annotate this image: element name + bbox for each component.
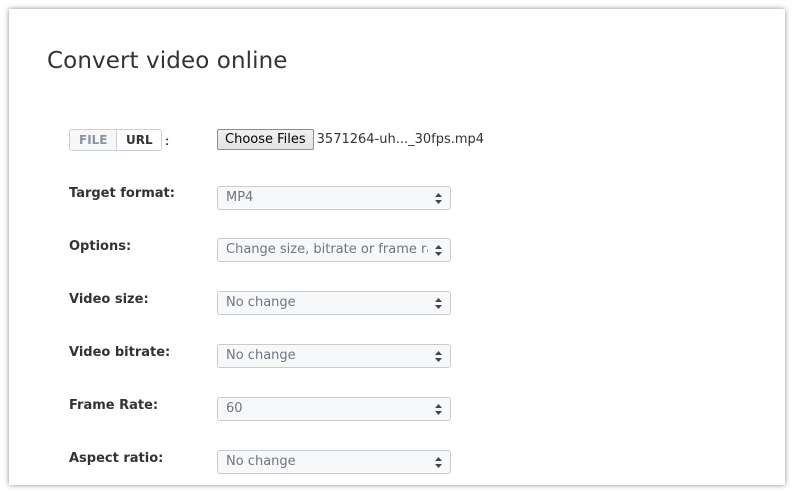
frame-rate-select[interactable]: 60 — [217, 397, 451, 421]
url-source-button[interactable]: URL — [116, 130, 161, 150]
up-down-caret-icon — [435, 351, 442, 362]
source-toggle-group: FILE URL — [69, 129, 162, 151]
up-down-caret-icon — [435, 245, 442, 256]
aspect-ratio-label: Aspect ratio: — [69, 451, 164, 466]
options-label: Options: — [69, 239, 132, 254]
up-down-caret-icon — [435, 457, 442, 468]
target-format-label: Target format: — [69, 186, 175, 201]
file-input-row: Choose Files 3571264-uh..._30fps.mp4 — [217, 129, 484, 150]
converter-panel: Convert video online FILE URL : Choose F… — [9, 9, 785, 485]
video-size-value: No change — [226, 295, 296, 310]
page-title: Convert video online — [47, 48, 288, 74]
source-toggle-colon: : — [165, 132, 170, 148]
aspect-ratio-value: No change — [226, 454, 296, 469]
up-down-caret-icon — [435, 404, 442, 415]
frame-rate-label: Frame Rate: — [69, 398, 159, 413]
selected-file-name: 3571264-uh..._30fps.mp4 — [316, 132, 485, 147]
video-bitrate-value: No change — [226, 348, 296, 363]
choose-files-button[interactable]: Choose Files — [217, 129, 314, 150]
aspect-ratio-select[interactable]: No change — [217, 450, 451, 474]
video-bitrate-label: Video bitrate: — [69, 345, 171, 360]
file-source-button[interactable]: FILE — [70, 130, 116, 150]
up-down-caret-icon — [435, 298, 442, 309]
up-down-caret-icon — [435, 193, 442, 204]
source-toggle: FILE URL : — [69, 129, 169, 151]
video-size-label: Video size: — [69, 292, 149, 307]
frame-rate-value: 60 — [226, 401, 243, 416]
options-value: Change size, bitrate or frame rate — [226, 242, 428, 257]
video-size-select[interactable]: No change — [217, 291, 451, 315]
target-format-select[interactable]: MP4 — [217, 186, 451, 210]
target-format-value: MP4 — [226, 190, 254, 205]
options-select[interactable]: Change size, bitrate or frame rate — [217, 238, 451, 262]
video-bitrate-select[interactable]: No change — [217, 344, 451, 368]
